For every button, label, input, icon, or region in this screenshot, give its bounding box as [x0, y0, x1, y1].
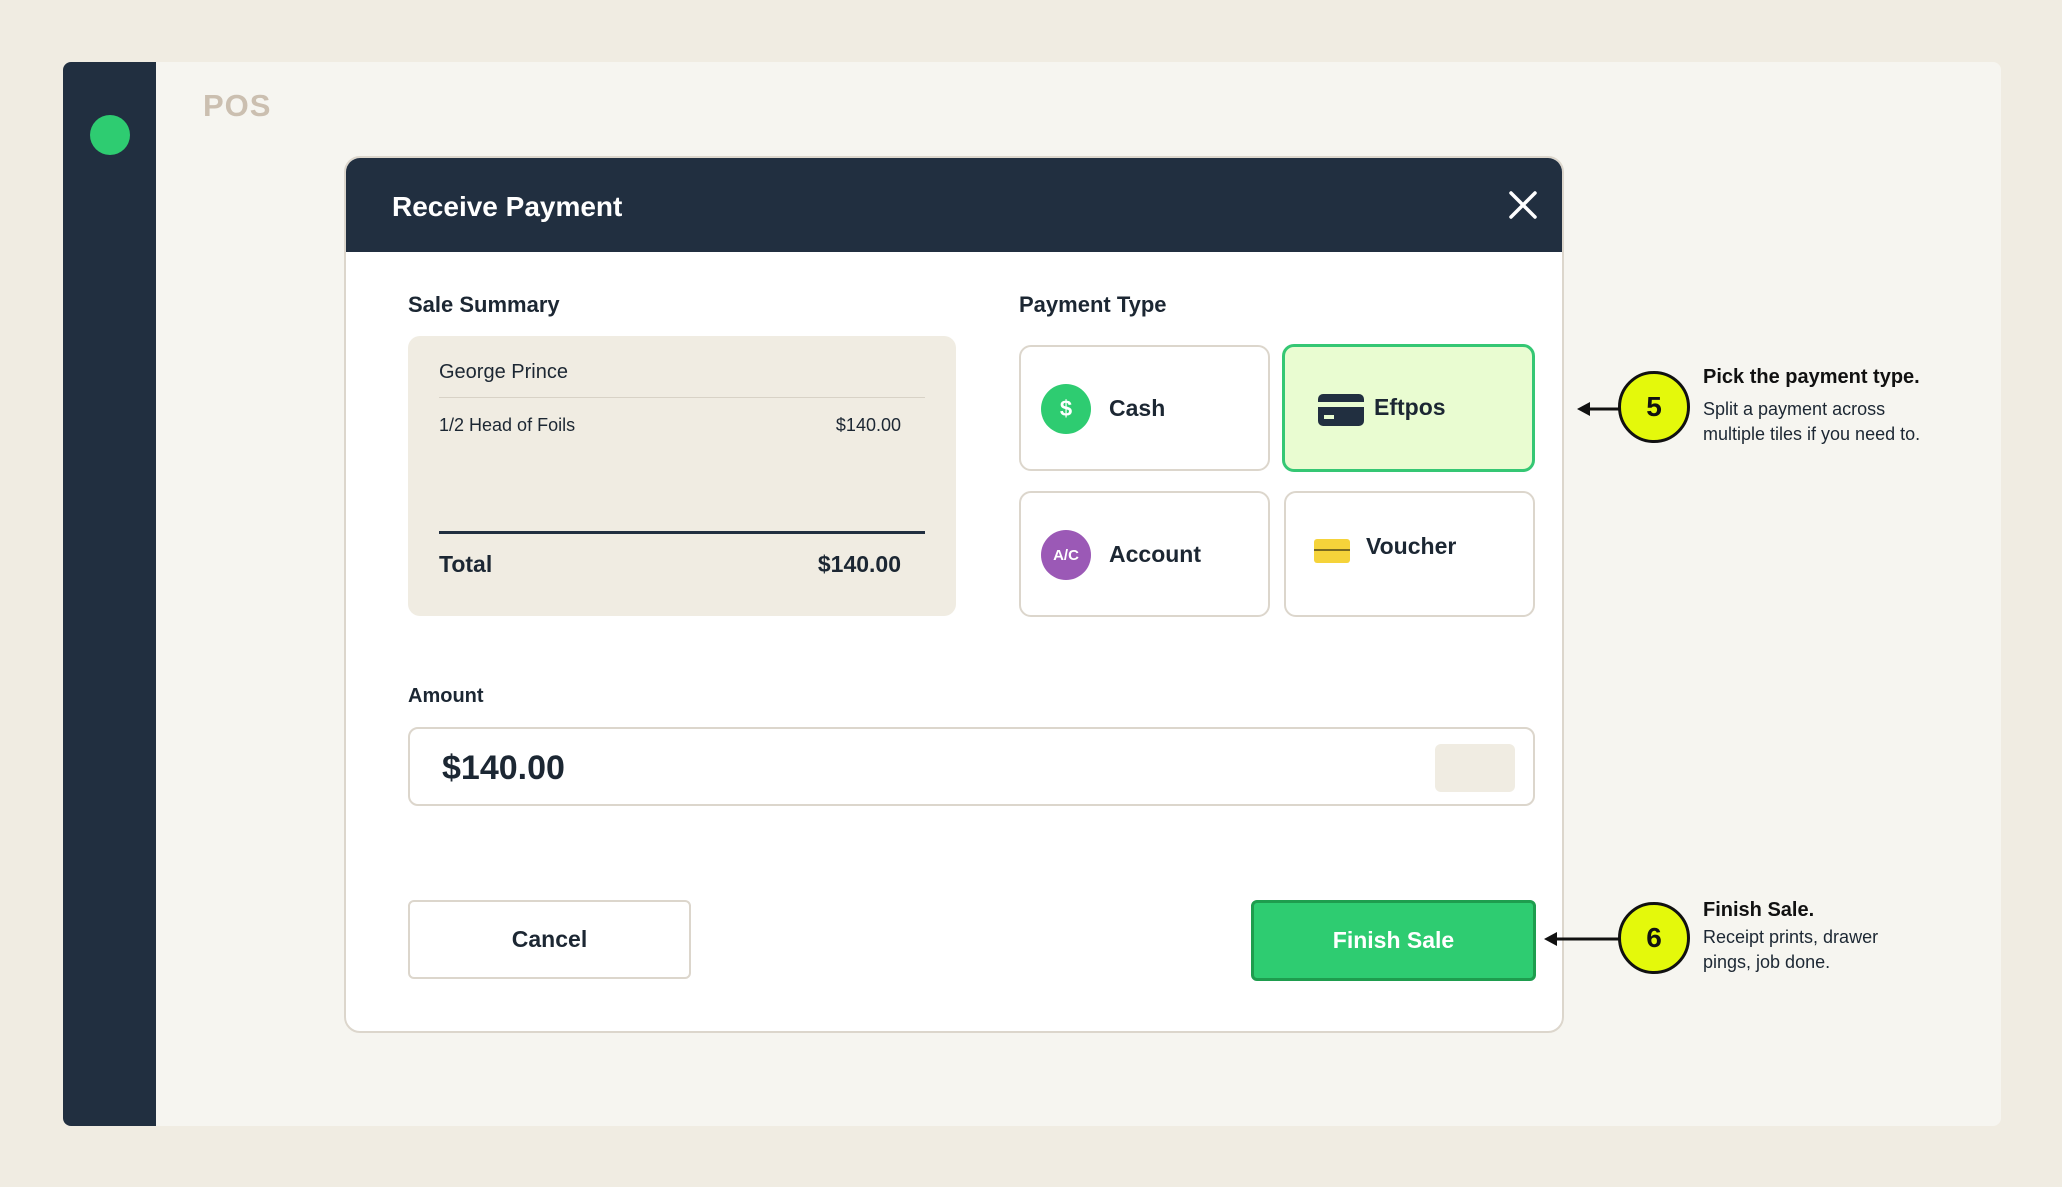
payment-tile-voucher[interactable]: Voucher: [1284, 491, 1535, 617]
callout-badge-6: 6: [1618, 902, 1690, 974]
app-title: POS: [203, 88, 272, 123]
payment-tile-cash[interactable]: $ Cash: [1019, 345, 1270, 471]
amount-keypad-button[interactable]: [1435, 744, 1515, 792]
total-label: Total: [439, 551, 493, 577]
customer-name: George Prince: [439, 361, 568, 383]
dollar-icon: $: [1041, 384, 1091, 434]
line-item-price: $140.00: [835, 415, 901, 435]
modal-header: Receive Payment: [346, 158, 1562, 252]
status-dot-icon: [90, 115, 130, 155]
receive-payment-modal: Receive Payment Sale Summary George Prin…: [344, 156, 1564, 1033]
callout-body-6: Receipt prints, drawer pings, job done.: [1703, 927, 1879, 972]
total-divider: [439, 531, 925, 534]
line-item-name: 1/2 Head of Foils: [439, 415, 576, 435]
divider: [439, 397, 925, 398]
tile-label-eftpos: Eftpos: [1374, 394, 1446, 420]
amount-input[interactable]: $140.00: [408, 727, 1535, 806]
sidebar: [63, 62, 156, 1126]
callout-title-6: Finish Sale.: [1703, 899, 1815, 921]
account-icon: A/C: [1041, 530, 1091, 580]
callout-arrow-6: [1544, 932, 1620, 946]
cancel-button[interactable]: Cancel: [408, 900, 691, 979]
callout-arrow-5: [1577, 402, 1620, 416]
callout-title-5: Pick the payment type.: [1703, 366, 1920, 388]
finish-sale-button[interactable]: Finish Sale: [1251, 900, 1536, 981]
close-button[interactable]: [1504, 186, 1542, 224]
sale-summary-label: Sale Summary: [408, 292, 560, 317]
tile-label-account: Account: [1109, 541, 1201, 567]
amount-label: Amount: [408, 685, 484, 707]
amount-value: $140.00: [442, 749, 565, 787]
payment-tile-eftpos[interactable]: Eftpos: [1282, 344, 1535, 472]
callout-badge-5: 5: [1618, 371, 1690, 443]
callout-body-5: Split a payment across multiple tiles if…: [1703, 399, 1921, 444]
payment-tile-account[interactable]: A/C Account: [1019, 491, 1270, 617]
close-icon: [1509, 191, 1537, 219]
tile-label-cash: Cash: [1109, 395, 1166, 421]
total-value: $140.00: [817, 551, 901, 577]
sale-summary-box: George Prince 1/2 Head of Foils $140.00 …: [408, 336, 956, 616]
voucher-icon: [1314, 539, 1350, 563]
payment-type-label: Payment Type: [1019, 292, 1167, 317]
card-icon: [1318, 394, 1364, 426]
modal-title: Receive Payment: [392, 191, 623, 222]
tile-label-voucher: Voucher: [1366, 533, 1457, 559]
